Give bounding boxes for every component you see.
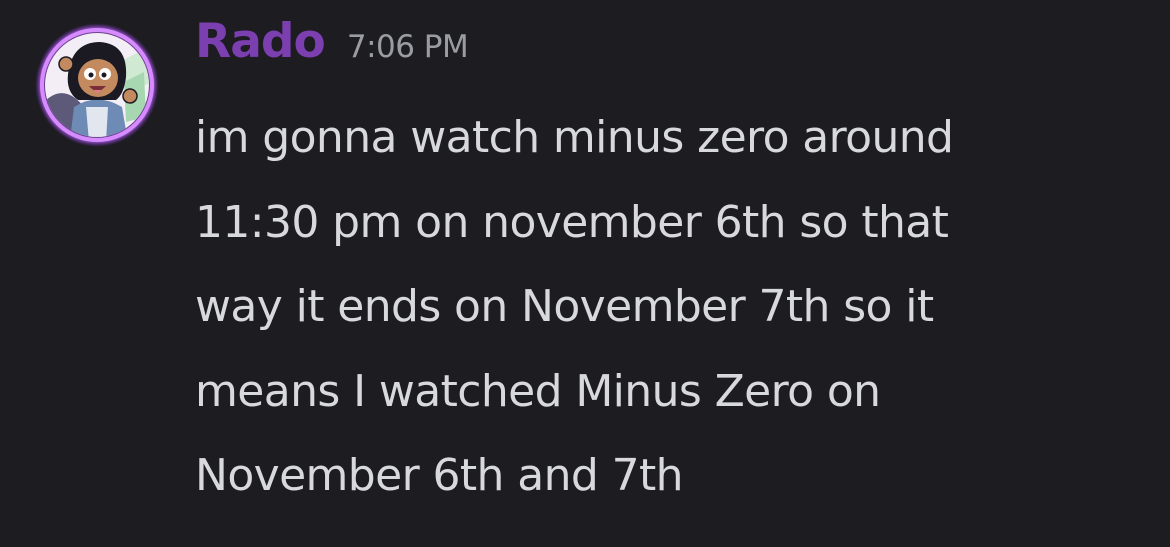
message-line: im gonna watch minus zero around <box>195 112 954 163</box>
message-line: November 6th and 7th <box>195 450 684 501</box>
message-line: 11:30 pm on november 6th so that <box>195 196 949 248</box>
message-line: way it ends on November 7th so it <box>195 281 934 332</box>
message-timestamp[interactable]: 7:06 PM <box>347 29 469 65</box>
message-header: Rado 7:06 PM <box>195 14 469 84</box>
message-line: means I watched Minus Zero on <box>195 365 881 417</box>
message-content: im gonna watch minus zero around 11:30 p… <box>195 96 1155 519</box>
user-avatar[interactable] <box>34 22 160 148</box>
chat-message: Rado 7:06 PM im gonna watch minus zero a… <box>0 0 1170 547</box>
author-username[interactable]: Rado <box>195 14 326 69</box>
cartoon-avatar-icon <box>35 23 159 147</box>
